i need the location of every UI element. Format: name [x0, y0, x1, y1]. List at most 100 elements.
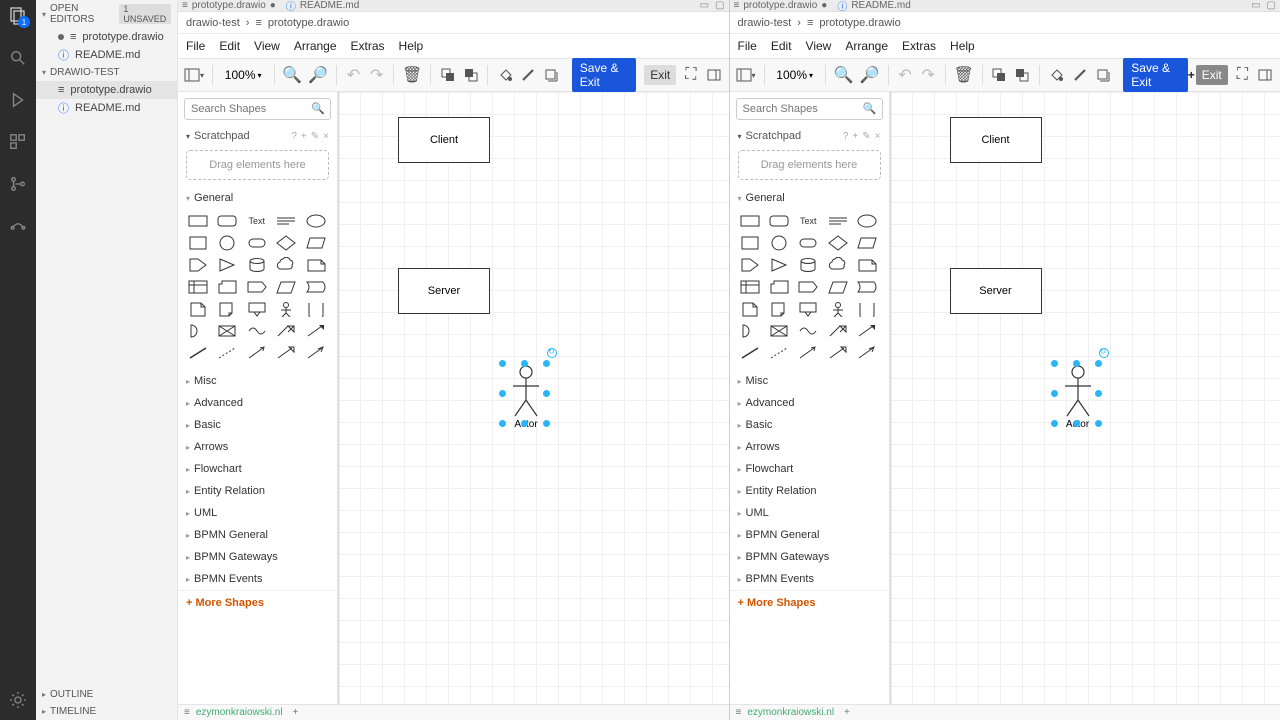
shape-16[interactable]	[215, 278, 239, 296]
shape-3[interactable]	[274, 212, 298, 230]
breadcrumb[interactable]: drawio-test›≡prototype.drawio	[178, 12, 729, 34]
cat-arrows[interactable]: ▸Arrows	[178, 436, 337, 458]
tab-1[interactable]: ≡ prototype.drawio ●	[734, 0, 828, 11]
shape-16[interactable]	[767, 278, 791, 296]
shape-10[interactable]	[738, 256, 762, 274]
menu-help[interactable]: Help	[399, 39, 424, 53]
fit-icon[interactable]: ⛶	[1234, 64, 1251, 86]
format-panel-icon[interactable]	[705, 64, 722, 86]
add-icon[interactable]: +	[301, 131, 307, 142]
shape-30[interactable]	[738, 344, 762, 362]
help-icon[interactable]: ?	[291, 131, 297, 142]
menu-help[interactable]: Help	[950, 39, 975, 53]
format-panel-icon[interactable]	[1257, 64, 1274, 86]
cat-bpmn-gateways[interactable]: ▸BPMN Gateways	[730, 546, 889, 568]
scratchpad-drop[interactable]: Drag elements here	[738, 150, 881, 180]
search-icon[interactable]	[6, 46, 30, 70]
close-icon[interactable]: ×	[875, 131, 881, 142]
node-client[interactable]: Client	[950, 117, 1042, 163]
cat-entity-relation[interactable]: ▸Entity Relation	[178, 480, 337, 502]
live-share-icon[interactable]	[6, 214, 30, 238]
close-icon[interactable]: ×	[323, 131, 329, 142]
shape-24[interactable]	[855, 300, 879, 318]
shape-18[interactable]	[274, 278, 298, 296]
shape-1[interactable]	[215, 212, 239, 230]
shape-9[interactable]	[855, 234, 879, 252]
more-shapes[interactable]: + More Shapes	[730, 590, 889, 615]
menu-file[interactable]: File	[186, 39, 205, 53]
menu-extras[interactable]: Extras	[351, 39, 385, 53]
fill-icon[interactable]	[1048, 64, 1065, 86]
fit-icon[interactable]: ⛶	[682, 64, 699, 86]
search-shapes-input[interactable]	[736, 98, 883, 120]
shape-33[interactable]	[826, 344, 850, 362]
outline-head[interactable]: ▸OUTLINE	[36, 686, 177, 703]
shape-6[interactable]	[767, 234, 791, 252]
cat-bpmn-general[interactable]: ▸BPMN General	[730, 524, 889, 546]
shape-5[interactable]	[738, 234, 762, 252]
help-icon[interactable]: ?	[843, 131, 849, 142]
cat-flowchart[interactable]: ▸Flowchart	[730, 458, 889, 480]
tab-1[interactable]: ≡ prototype.drawio ●	[182, 0, 276, 11]
zoom-in-icon[interactable]: 🔍	[834, 64, 854, 86]
cat-advanced[interactable]: ▸Advanced	[730, 392, 889, 414]
shape-29[interactable]	[855, 322, 879, 340]
exit-button[interactable]: Exit	[1196, 65, 1228, 85]
menu-view[interactable]: View	[254, 39, 280, 53]
open-editor-2[interactable]: ⓘREADME.md	[36, 46, 177, 64]
cat-bpmn-events[interactable]: ▸BPMN Events	[730, 568, 889, 590]
shape-8[interactable]	[274, 234, 298, 252]
sidebar-toggle-icon[interactable]: ▾	[184, 64, 204, 86]
shape-18[interactable]	[826, 278, 850, 296]
zoom-level[interactable]: 100% ▾	[772, 68, 817, 82]
shape-17[interactable]	[796, 278, 820, 296]
cat-uml[interactable]: ▸UML	[730, 502, 889, 524]
breadcrumb[interactable]: drawio-test›≡prototype.drawio	[730, 12, 1280, 34]
shape-22[interactable]	[245, 300, 269, 318]
shape-19[interactable]	[304, 278, 328, 296]
tab-2[interactable]: ⓘ README.md	[837, 0, 910, 12]
more-shapes[interactable]: + More Shapes	[178, 590, 337, 615]
tab-2[interactable]: ⓘ README.md	[286, 0, 359, 12]
cat-uml[interactable]: ▸UML	[178, 502, 337, 524]
cat-advanced[interactable]: ▸Advanced	[178, 392, 337, 414]
menu-arrange[interactable]: Arrange	[294, 39, 337, 53]
shape-22[interactable]	[796, 300, 820, 318]
shape-12[interactable]	[796, 256, 820, 274]
canvas[interactable]: Client Server Actor	[890, 92, 1280, 704]
shape-23[interactable]	[274, 300, 298, 318]
menu-edit[interactable]: Edit	[219, 39, 240, 53]
menu-extras[interactable]: Extras	[902, 39, 936, 53]
to-front-icon[interactable]	[991, 64, 1008, 86]
undo-icon[interactable]: ↶	[896, 64, 913, 86]
menu-edit[interactable]: Edit	[771, 39, 792, 53]
to-front-icon[interactable]	[439, 64, 456, 86]
run-icon[interactable]	[6, 88, 30, 112]
shadow-icon[interactable]	[1094, 64, 1111, 86]
shape-15[interactable]	[738, 278, 762, 296]
project-file-2[interactable]: ⓘREADME.md	[36, 99, 177, 117]
shape-7[interactable]	[245, 234, 269, 252]
shape-25[interactable]	[738, 322, 762, 340]
shape-6[interactable]	[215, 234, 239, 252]
scratchpad-head[interactable]: ▾Scratchpad?+✎×	[730, 126, 889, 146]
search-icon[interactable]: 🔍	[311, 102, 325, 115]
shape-0[interactable]	[738, 212, 762, 230]
scratchpad-drop[interactable]: Drag elements here	[186, 150, 329, 180]
node-server[interactable]: Server	[398, 268, 490, 314]
node-server[interactable]: Server	[950, 268, 1042, 314]
shape-12[interactable]	[245, 256, 269, 274]
shape-9[interactable]	[304, 234, 328, 252]
shape-11[interactable]	[767, 256, 791, 274]
cat-bpmn-gateways[interactable]: ▸BPMN Gateways	[178, 546, 337, 568]
shape-34[interactable]	[855, 344, 879, 362]
cat-basic[interactable]: ▸Basic	[178, 414, 337, 436]
shape-28[interactable]	[274, 322, 298, 340]
shape-27[interactable]	[245, 322, 269, 340]
shape-13[interactable]	[274, 256, 298, 274]
page-menu-icon[interactable]: ≡	[736, 707, 742, 718]
project-file-1[interactable]: ≡prototype.drawio	[36, 81, 177, 99]
sidebar-toggle-icon[interactable]: ▾	[736, 64, 756, 86]
shape-23[interactable]	[826, 300, 850, 318]
node-actor[interactable]: Actor	[1055, 362, 1101, 432]
